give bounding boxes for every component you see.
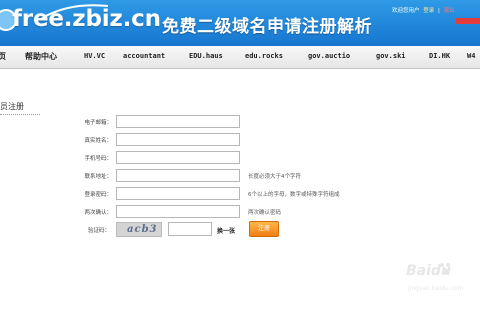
nav-item-w4[interactable]: W4 <box>467 52 475 60</box>
watermark-brand: Baidu <box>406 263 451 279</box>
nav-item-accountant[interactable]: accountant <box>123 52 165 60</box>
confirm-password-field[interactable] <box>116 205 240 218</box>
refresh-captcha-link[interactable]: 换一张 <box>217 226 235 235</box>
watermark-subtext: jingyan.baidu.com <box>408 285 464 292</box>
password-hint: 6个以上的字母，数字或特殊字符组成 <box>248 192 340 198</box>
watermark: Baidu jingyan.baidu.com <box>398 263 480 303</box>
password-field[interactable] <box>116 187 240 200</box>
nav-item-edu-haus[interactable]: EDU.haus <box>189 52 223 60</box>
real-name-field[interactable] <box>116 133 240 146</box>
address-hint: 长度必须大于4个字符 <box>248 174 301 180</box>
captcha-label: 验证码： <box>87 228 110 234</box>
logout-link[interactable]: 退出 <box>444 8 455 14</box>
email-label: 电子邮箱： <box>84 120 112 126</box>
links-separator: | <box>438 8 440 14</box>
header-slogan: 免费二级域名申请注册解析 <box>162 17 372 37</box>
site-logo[interactable]: free.zbiz.cn <box>12 6 161 32</box>
nav-item-home[interactable]: 页 <box>0 51 6 62</box>
welcome-text: 欢迎您用户 <box>392 8 420 14</box>
nav-item-hv-vc[interactable]: HV.VC <box>84 52 105 60</box>
password-label: 登录密码： <box>84 192 112 198</box>
phone-label: 手机号码： <box>84 156 112 162</box>
email-field[interactable] <box>116 115 240 128</box>
section-divider <box>0 114 40 115</box>
address-field[interactable] <box>116 169 240 182</box>
site-header: free.zbiz.cn 免费二级域名申请注册解析 欢迎您用户 登录 | 退出 <box>0 0 480 46</box>
header-user-links: 欢迎您用户 登录 | 退出 <box>392 6 480 16</box>
nav-item-gov-auctio[interactable]: gov.auctio <box>308 52 350 60</box>
header-red-tag <box>456 18 480 24</box>
confirm-password-label: 两次确认： <box>84 210 112 216</box>
login-link[interactable]: 登录 <box>423 8 434 14</box>
phone-field[interactable] <box>116 151 240 164</box>
nav-item-edu-rocks[interactable]: edu.rocks <box>245 52 283 60</box>
captcha-image[interactable]: acb3 <box>116 222 162 237</box>
real-name-label: 真实姓名： <box>84 138 112 144</box>
main-nav: 页 帮助中心 HV.VC accountant EDU.haus edu.roc… <box>0 46 480 69</box>
section-title: 员注册 <box>0 102 24 111</box>
nav-item-di-hk[interactable]: DI.HK <box>429 52 450 60</box>
confirm-password-hint: 两次确认密码 <box>248 210 282 216</box>
register-button[interactable]: 注册 <box>249 221 279 237</box>
captcha-text: acb3 <box>127 224 158 235</box>
nav-item-gov-ski[interactable]: gov.ski <box>376 52 406 60</box>
captcha-input[interactable] <box>168 222 212 236</box>
nav-item-help-center[interactable]: 帮助中心 <box>25 51 57 62</box>
address-label: 联系地址： <box>84 174 112 180</box>
